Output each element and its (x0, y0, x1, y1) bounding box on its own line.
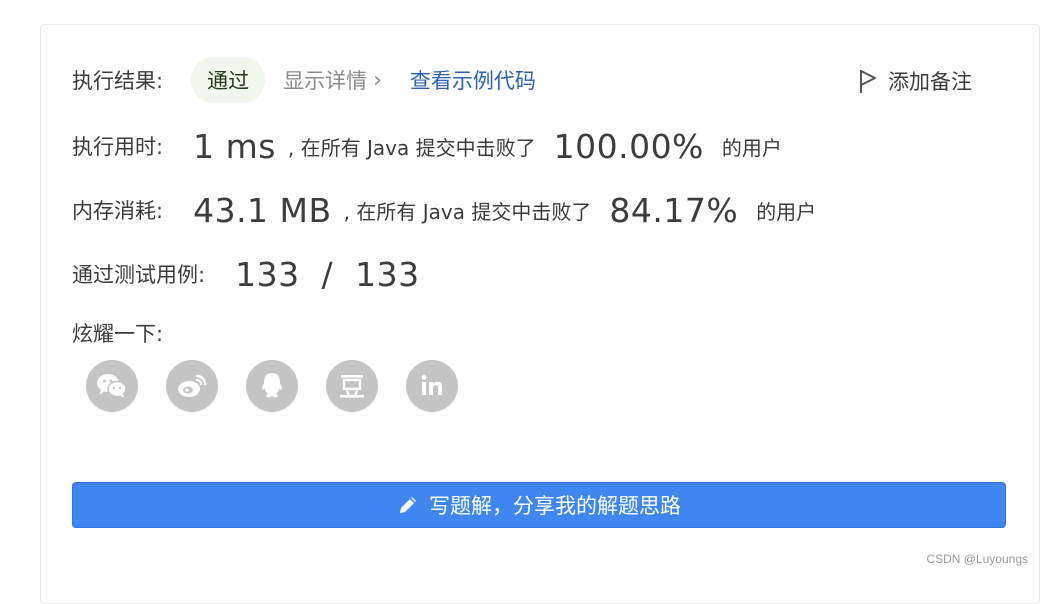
tests-value: 133 / 133 (235, 255, 420, 294)
tests-label: 通过测试用例: (72, 259, 205, 289)
pencil-icon (397, 494, 419, 516)
status-badge: 通过 (191, 57, 265, 103)
show-details-link[interactable]: 显示详情 › (283, 65, 382, 95)
memory-middle-text: , 在所有 Java 提交中击败了 (344, 196, 592, 225)
memory-percent: 84.17% (609, 191, 738, 230)
view-example-code-link[interactable]: 查看示例代码 (410, 65, 536, 95)
watermark: CSDN @Luyoungs (926, 552, 1028, 566)
show-details-label: 显示详情 (283, 65, 367, 95)
add-note-button[interactable]: 添加备注 (858, 64, 972, 98)
chevron-right-icon: › (373, 68, 382, 93)
result-label: 执行结果: (72, 65, 163, 95)
write-solution-button[interactable]: 写题解，分享我的解题思路 (72, 482, 1006, 528)
memory-value: 43.1 MB (193, 191, 332, 230)
runtime-label: 执行用时: (72, 131, 163, 161)
runtime-row: 执行用时: 1 ms , 在所有 Java 提交中击败了 100.00% 的用户 (72, 124, 782, 168)
result-row: 执行结果: 通过 显示详情 › 查看示例代码 (72, 57, 536, 103)
qq-icon[interactable] (246, 360, 298, 412)
weibo-icon[interactable] (166, 360, 218, 412)
linkedin-icon[interactable] (406, 360, 458, 412)
wechat-icon[interactable] (86, 360, 138, 412)
memory-suffix: 的用户 (756, 196, 816, 225)
share-row: 炫耀一下: (72, 318, 163, 348)
runtime-value: 1 ms (193, 127, 276, 166)
share-label: 炫耀一下: (72, 318, 163, 348)
memory-label: 内存消耗: (72, 195, 163, 225)
runtime-percent: 100.00% (554, 127, 704, 166)
flag-icon (858, 68, 878, 94)
tests-row: 通过测试用例: 133 / 133 (72, 252, 420, 296)
runtime-suffix: 的用户 (722, 132, 782, 161)
write-solution-label: 写题解，分享我的解题思路 (429, 490, 681, 520)
share-icons (86, 360, 486, 412)
runtime-middle-text: , 在所有 Java 提交中击败了 (288, 132, 536, 161)
douban-icon[interactable] (326, 360, 378, 412)
add-note-label: 添加备注 (888, 66, 972, 96)
memory-row: 内存消耗: 43.1 MB , 在所有 Java 提交中击败了 84.17% 的… (72, 188, 816, 232)
